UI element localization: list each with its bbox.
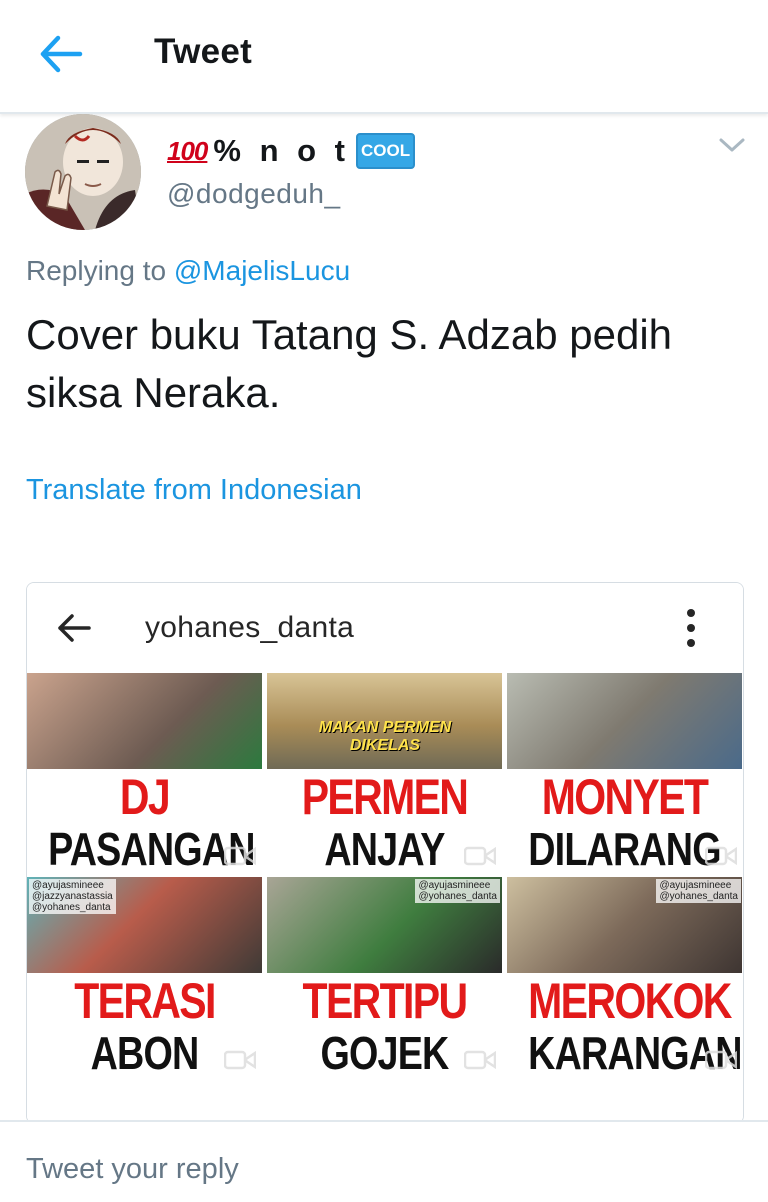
grid-tile: MONYET DILARANG — [507, 673, 743, 873]
grid-tile: MAKAN PERMEN DIKELAS PERMEN ANJAY — [267, 673, 502, 873]
photo-caption: MAKAN PERMEN DIKELAS — [318, 719, 452, 754]
tile-title-red: MEROKOK — [528, 973, 732, 1029]
avatar[interactable] — [25, 114, 141, 230]
more-vertical-icon — [683, 607, 699, 649]
tile-title-black: ABON — [90, 1027, 200, 1077]
tile-photo — [507, 673, 742, 769]
hundred-points-icon: 100 — [167, 135, 208, 166]
tile-title-black: ANJAY — [324, 823, 445, 873]
grid-tile: DJ PASANGAN — [27, 673, 262, 873]
tile-title-black: GOJEK — [320, 1027, 450, 1077]
page-title: Tweet — [154, 32, 253, 71]
arrow-left-icon — [57, 613, 91, 643]
back-arrow-icon[interactable] — [38, 34, 84, 74]
video-icon — [224, 846, 256, 866]
video-icon — [224, 1050, 256, 1070]
replying-to-label: Replying to — [26, 255, 167, 286]
grid-tile: @ayujasmineee @yohanes_danta TERTIPU GOJ… — [267, 877, 502, 1077]
chevron-down-icon[interactable] — [718, 134, 746, 156]
photo-tag: @ayujasmineee @yohanes_danta — [656, 879, 741, 903]
tile-title-black: KARANGAN — [528, 1027, 742, 1077]
replying-to-line: Replying to @MajelisLucu — [26, 255, 350, 287]
top-bar: Tweet — [0, 0, 768, 114]
tile-title-black: DILARANG — [528, 823, 721, 873]
instagram-header: yohanes_danta — [27, 583, 743, 673]
photo-tag: @ayujasmineee @jazzyanastassia @yohanes_… — [29, 879, 116, 914]
reply-input[interactable]: Tweet your reply — [26, 1153, 239, 1186]
translate-link[interactable]: Translate from Indonesian — [26, 474, 362, 507]
replying-to-mention-link[interactable]: @MajelisLucu — [174, 255, 350, 286]
grid-tile: @ayujasmineee @yohanes_danta MEROKOK KAR… — [507, 877, 743, 1077]
tile-title-red: DJ — [119, 769, 171, 825]
tile-title-red: MONYET — [541, 769, 709, 825]
tile-title-red: PERMEN — [301, 769, 469, 825]
display-name-text: % n o t — [213, 133, 350, 168]
video-icon — [464, 1050, 496, 1070]
instagram-grid: DJ PASANGAN MAKAN PERMEN DIKELAS PERMEN … — [27, 673, 743, 1123]
cool-button-icon: COOL — [356, 133, 416, 169]
instagram-username: yohanes_danta — [145, 611, 355, 644]
video-icon — [705, 1050, 737, 1070]
video-icon — [464, 846, 496, 866]
tweet-media-image[interactable]: yohanes_danta DJ PASANGAN MAKAN PERMEN D… — [26, 582, 744, 1124]
photo-tag: @ayujasmineee @yohanes_danta — [415, 879, 500, 903]
tile-title-red: TERTIPU — [302, 973, 469, 1029]
tile-title-red: TERASI — [74, 973, 216, 1029]
grid-tile: @ayujasmineee @jazzyanastassia @yohanes_… — [27, 877, 262, 1077]
video-icon — [705, 846, 737, 866]
tile-title-black: PASANGAN — [48, 823, 255, 873]
author-display-name[interactable]: 100 % n o t COOL — [167, 133, 416, 169]
tweet-text: Cover buku Tatang S. Adzab pedih siksa N… — [26, 311, 673, 416]
author-handle[interactable]: @dodgeduh_ — [167, 178, 341, 210]
tile-photo — [27, 673, 262, 769]
